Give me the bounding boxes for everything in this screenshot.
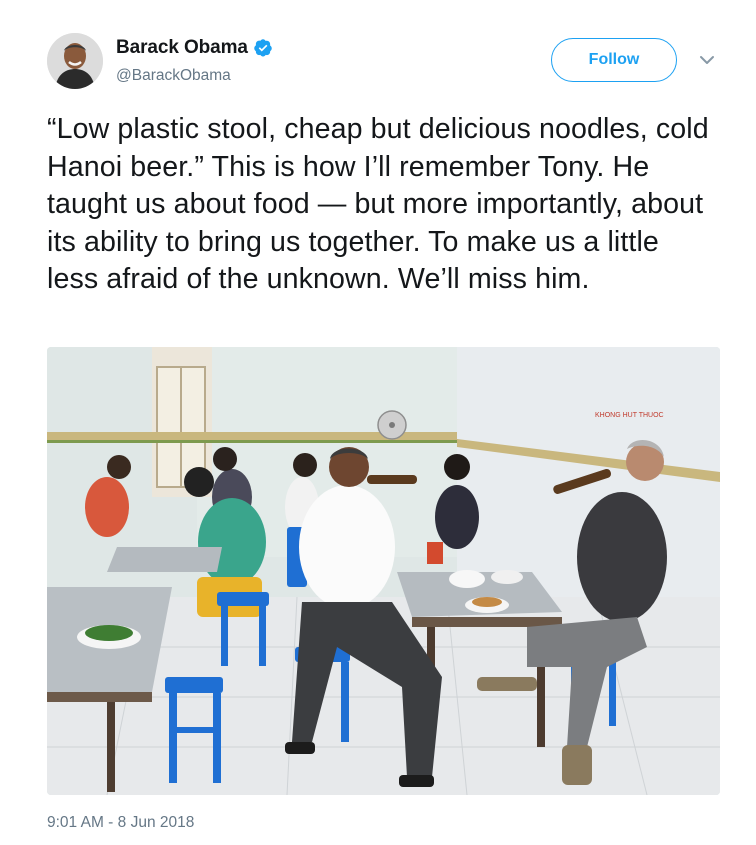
- tweet-text: “Low plastic stool, cheap but delicious …: [47, 113, 709, 295]
- author-name[interactable]: Barack Obama: [116, 37, 248, 59]
- author-handle[interactable]: @BarackObama: [116, 67, 231, 85]
- author-name-row: Barack Obama: [116, 37, 273, 59]
- tweet-timestamp[interactable]: 9:01 AM - 8 Jun 2018: [47, 814, 194, 832]
- author-avatar[interactable]: [47, 33, 103, 89]
- tweet-header: Barack Obama @BarackObama Follow: [47, 33, 727, 93]
- tweet-card: Barack Obama @BarackObama Follow “Low pl…: [0, 0, 756, 845]
- follow-button[interactable]: Follow: [551, 38, 677, 82]
- restaurant-photo: KHONG HUT THUOC: [47, 347, 720, 795]
- verified-badge-icon: [253, 38, 273, 58]
- chevron-down-icon[interactable]: [697, 50, 717, 70]
- wall-sign: KHONG HUT THUOC: [595, 412, 664, 419]
- tweet-photo[interactable]: KHONG HUT THUOC: [47, 347, 720, 795]
- profile-photo: [47, 33, 103, 89]
